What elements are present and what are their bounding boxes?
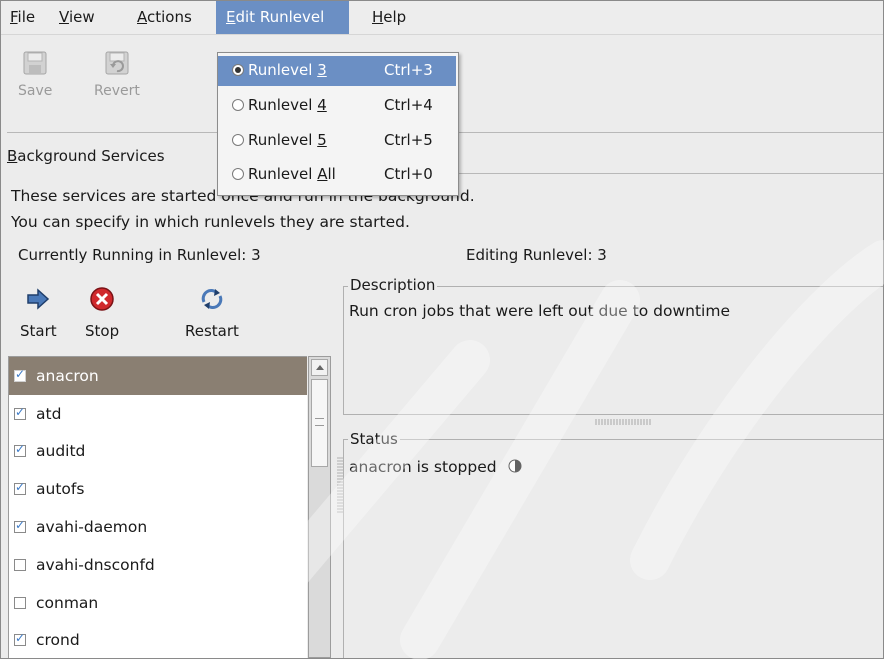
menu-view[interactable]: View [54, 1, 100, 34]
service-checkbox[interactable] [14, 367, 26, 382]
editing-runlevel-label: Editing Runlevel: 3 [466, 246, 607, 264]
runlevel-dropdown-menu: Runlevel 3 Ctrl+3 Runlevel 4 Ctrl+4 Runl… [217, 52, 459, 196]
service-checkbox[interactable] [14, 596, 26, 609]
menuitem-runlevel-3[interactable]: Runlevel 3 Ctrl+3 [218, 56, 456, 86]
arrow-right-icon [27, 288, 50, 310]
description-title: Description [348, 276, 438, 294]
stop-icon [90, 287, 114, 311]
start-button[interactable]: Start [20, 286, 57, 340]
service-row-autofs[interactable]: autofs [9, 470, 307, 508]
status-grip-icon [337, 457, 343, 513]
pane-splitter-grip-icon[interactable] [594, 419, 654, 425]
radio-icon [232, 99, 244, 111]
menu-help[interactable]: Help [367, 1, 411, 34]
service-checkbox[interactable] [14, 480, 26, 496]
service-row-auditd[interactable]: auditd [9, 433, 307, 471]
menu-edit-runlevel[interactable]: Edit Runlevel [216, 1, 349, 34]
service-status-text: anacron is stopped [349, 458, 522, 476]
service-checkbox[interactable] [14, 631, 26, 647]
revert-button[interactable]: Revert [94, 51, 140, 99]
menu-file[interactable]: File [5, 1, 40, 34]
service-list-scrollbar[interactable] [308, 356, 331, 658]
menuitem-runlevel-4[interactable]: Runlevel 4 Ctrl+4 [218, 91, 456, 121]
stop-button[interactable]: Stop [85, 286, 119, 340]
save-icon [23, 51, 47, 75]
service-row-avahi-daemon[interactable]: avahi-daemon [9, 508, 307, 546]
service-description-text: Run cron jobs that were left out due to … [349, 302, 730, 320]
menubar: File View Actions Edit Runlevel Help [1, 1, 883, 35]
stopped-status-icon [508, 459, 522, 473]
service-checkbox[interactable] [14, 518, 26, 534]
service-checkbox[interactable] [14, 558, 26, 571]
service-row-crond[interactable]: crond [9, 622, 307, 658]
scroll-thumb[interactable] [311, 379, 328, 467]
restart-button[interactable]: Restart [185, 286, 239, 340]
service-row-atd[interactable]: atd [9, 395, 307, 433]
service-row-avahi-dnsconfd[interactable]: avahi-dnsconfd [9, 546, 307, 584]
menuitem-runlevel-all[interactable]: Runlevel All Ctrl+0 [218, 160, 456, 190]
menu-actions[interactable]: Actions [132, 1, 197, 34]
service-checkbox[interactable] [14, 405, 26, 420]
restart-icon [201, 289, 223, 309]
service-list[interactable]: anacron atd auditd autofs avahi-daemon a… [8, 356, 307, 658]
services-description-line-2: You can specify in which runlevels they … [11, 213, 410, 231]
service-configuration-window: File View Actions Edit Runlevel Help Sav… [0, 0, 884, 659]
save-button[interactable]: Save [18, 51, 52, 99]
tab-background-services[interactable]: Background Services [7, 147, 165, 165]
status-title: Status [348, 430, 400, 448]
menuitem-runlevel-5[interactable]: Runlevel 5 Ctrl+5 [218, 126, 456, 156]
scroll-up-arrow-icon[interactable] [311, 359, 328, 376]
radio-selected-icon [232, 64, 244, 76]
service-row-conman[interactable]: conman [9, 584, 307, 622]
radio-icon [232, 134, 244, 146]
service-checkbox[interactable] [14, 442, 26, 458]
service-row-anacron[interactable]: anacron [9, 357, 307, 395]
revert-icon [105, 51, 129, 75]
radio-icon [232, 168, 244, 180]
current-runlevel-label: Currently Running in Runlevel: 3 [18, 246, 261, 264]
